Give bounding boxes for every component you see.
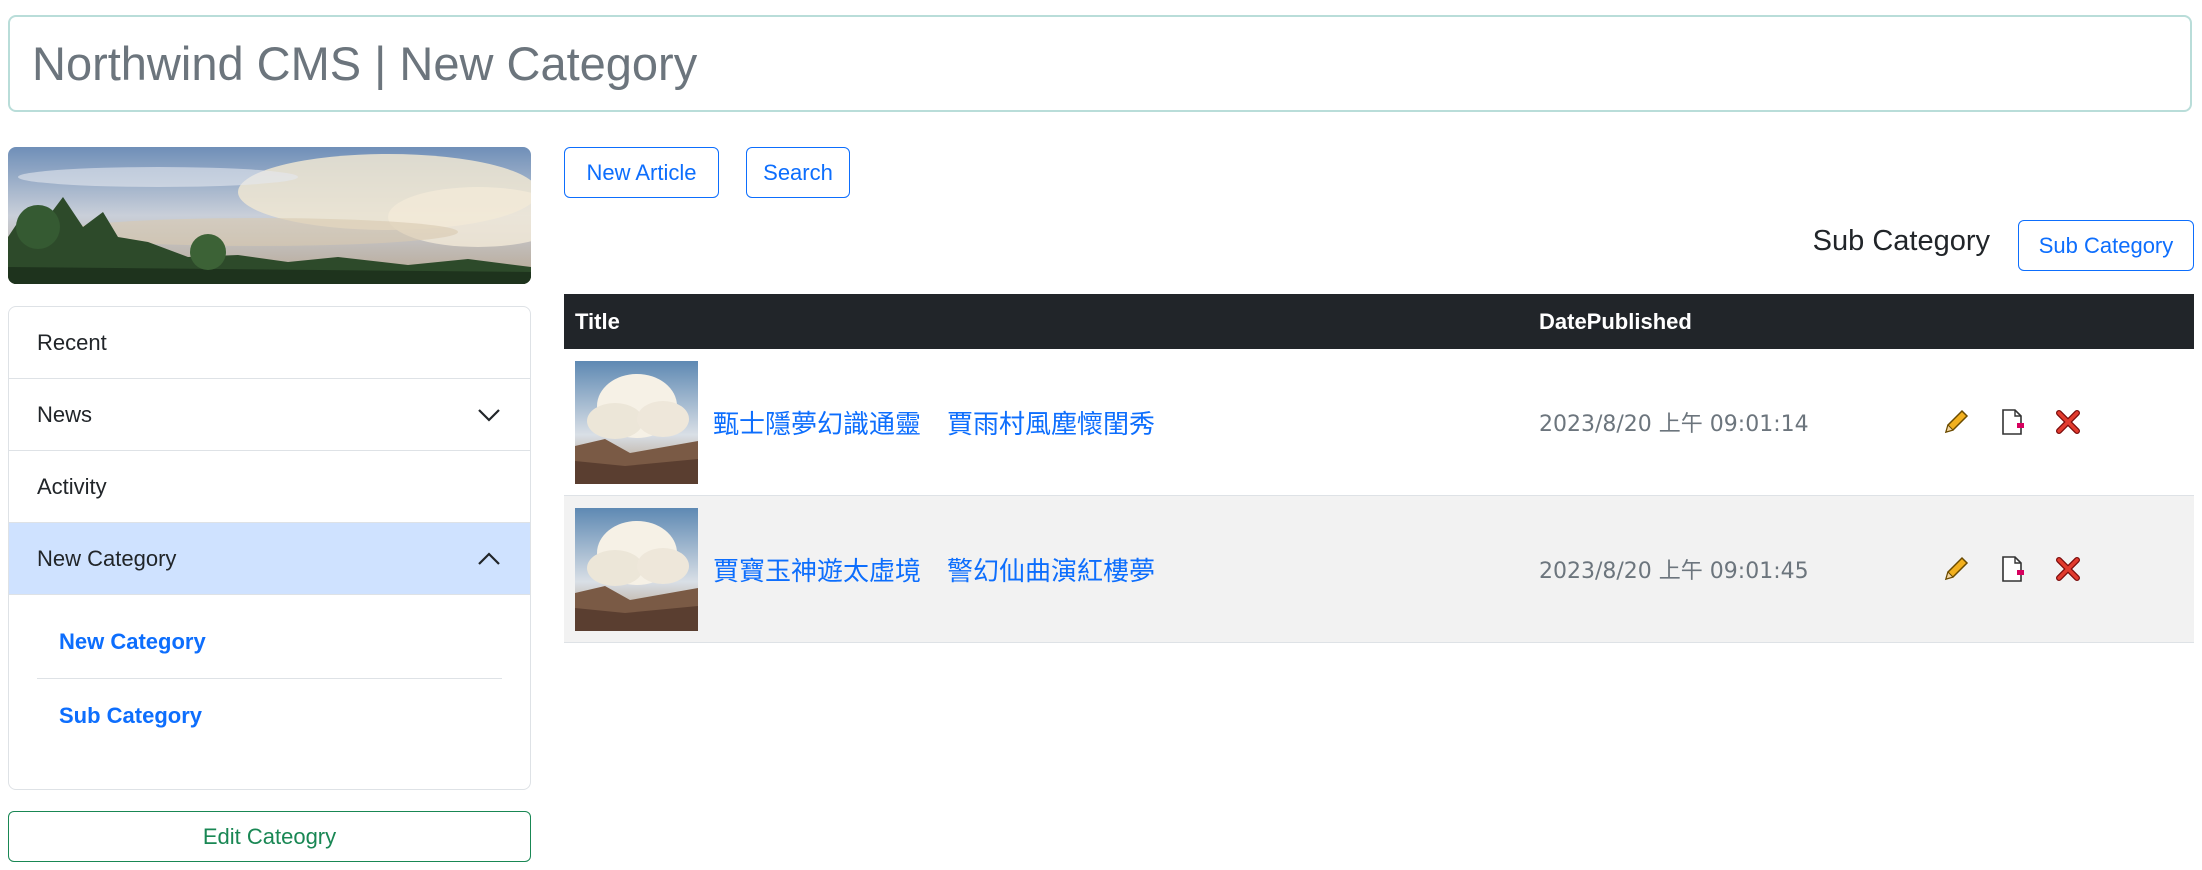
table-header: Title DatePublished (564, 294, 2194, 349)
article-title-link[interactable]: 賈寶玉神遊太虛境 警幻仙曲演紅樓夢 (713, 551, 1155, 588)
table-row: 甄士隱夢幻識通靈 賈雨村風塵懷閨秀 2023/8/20 上午 09:01:14 (564, 349, 2194, 496)
document-icon[interactable] (1995, 405, 2029, 439)
edit-category-button[interactable]: Edit Cateogry (8, 811, 531, 862)
delete-icon[interactable] (2051, 405, 2085, 439)
sidebar-item-activity[interactable]: Activity (9, 451, 530, 523)
article-thumbnail (575, 507, 698, 631)
table-row: 賈寶玉神遊太虛境 警幻仙曲演紅樓夢 2023/8/20 上午 09:01:45 (564, 496, 2194, 643)
sidebar-item-news[interactable]: News (9, 379, 530, 451)
article-date: 2023/8/20 上午 09:01:14 (1539, 412, 1809, 437)
sidebar-submenu: New Category Sub Category (9, 595, 530, 752)
banner-image (8, 147, 531, 284)
edit-pencil-icon[interactable] (1939, 405, 1973, 439)
column-header-title: Title (575, 308, 620, 334)
subcategory-label: Sub Category (1812, 225, 1990, 257)
sub-category-button[interactable]: Sub Category (2018, 220, 2194, 271)
delete-icon[interactable] (2051, 552, 2085, 586)
page-header: Northwind CMS | New Category (8, 15, 2192, 112)
document-icon[interactable] (1995, 552, 2029, 586)
article-thumbnail (575, 360, 698, 484)
sidebar-item-label: Activity (37, 473, 107, 499)
column-header-date: DatePublished (1539, 308, 1692, 334)
edit-pencil-icon[interactable] (1939, 552, 1973, 586)
submenu-item-sub-category[interactable]: Sub Category (37, 679, 502, 752)
page-title: Northwind CMS | New Category (32, 37, 698, 90)
article-title-link[interactable]: 甄士隱夢幻識通靈 賈雨村風塵懷閨秀 (713, 404, 1155, 441)
sidebar-menu: Recent News Activity New Category New Ca… (8, 306, 531, 790)
article-date: 2023/8/20 上午 09:01:45 (1539, 559, 1809, 584)
submenu-item-new-category[interactable]: New Category (37, 605, 502, 679)
chevron-down-icon (476, 402, 502, 428)
sidebar-item-label: News (37, 401, 93, 427)
sidebar-item-label: Recent (37, 329, 107, 355)
sidebar-item-recent[interactable]: Recent (9, 307, 530, 379)
sidebar-item-new-category[interactable]: New Category (9, 523, 530, 595)
articles-table: Title DatePublished 甄士隱夢幻識通靈 賈雨村風塵懷閨秀 20… (564, 294, 2194, 643)
search-button[interactable]: Search (746, 147, 850, 198)
new-article-button[interactable]: New Article (564, 147, 719, 198)
sidebar-item-label: New Category (37, 545, 177, 571)
chevron-up-icon (476, 546, 502, 572)
